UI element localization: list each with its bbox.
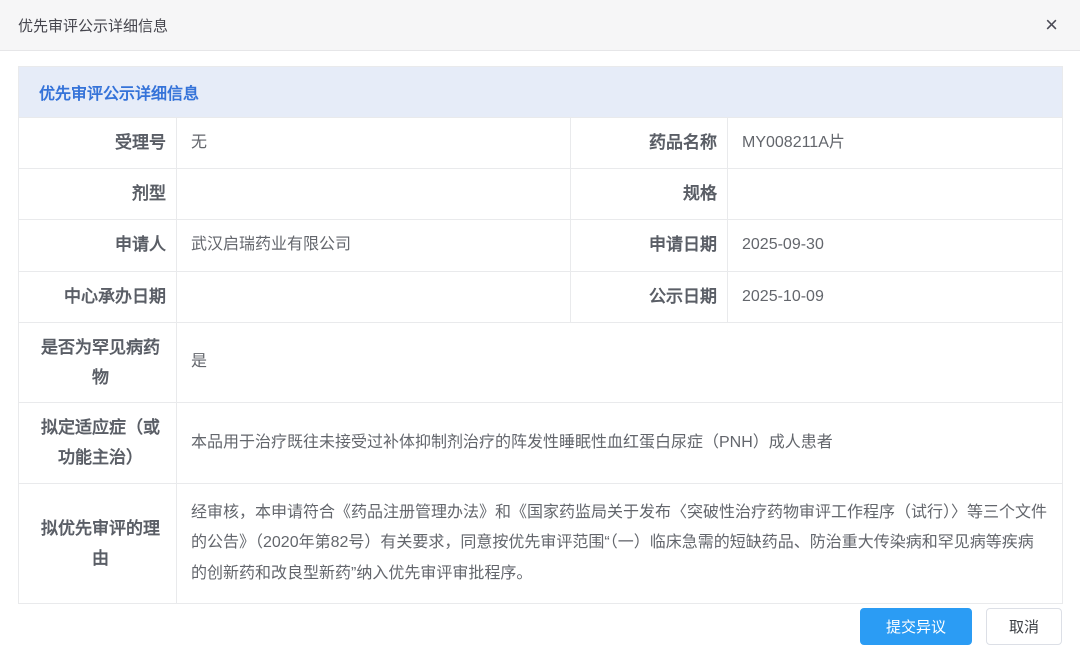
table-row: 是否为罕见病药物 是: [19, 322, 1063, 403]
field-value: MY008211A片: [728, 118, 1063, 169]
submit-objection-button[interactable]: 提交异议: [860, 608, 972, 645]
section-header-row: 优先审评公示详细信息: [19, 67, 1063, 118]
field-value: [728, 169, 1063, 220]
field-label-text: 拟优先审评的理由: [35, 514, 166, 574]
field-label-text: 受理号: [115, 128, 166, 158]
field-value: 经审核，本申请符合《药品注册管理办法》和《国家药监局关于发布〈突破性治疗药物审评…: [177, 483, 1063, 603]
field-label-text: 是否为罕见病药物: [35, 333, 166, 393]
table-row: 拟优先审评的理由 经审核，本申请符合《药品注册管理办法》和《国家药监局关于发布〈…: [19, 483, 1063, 603]
field-label: 拟优先审评的理由: [19, 483, 177, 603]
table-row: 受理号 无 药品名称 MY008211A片: [19, 118, 1063, 169]
table-row: 拟定适应症（或功能主治） 本品用于治疗既往未接受过补体抑制剂治疗的阵发性睡眠性血…: [19, 403, 1063, 484]
field-value: 本品用于治疗既往未接受过补体抑制剂治疗的阵发性睡眠性血红蛋白尿症（PNH）成人患…: [177, 403, 1063, 484]
field-label: 是否为罕见病药物: [19, 322, 177, 403]
field-label-text: 申请日期: [649, 230, 717, 260]
table-row: 申请人 武汉启瑞药业有限公司 申请日期 2025-09-30: [19, 220, 1063, 271]
table-row: 中心承办日期 公示日期 2025-10-09: [19, 271, 1063, 322]
field-label: 申请日期: [571, 220, 728, 271]
field-label-text: 规格: [683, 179, 717, 209]
field-value: 2025-10-09: [728, 271, 1063, 322]
field-label: 申请人: [19, 220, 177, 271]
modal-footer: 提交异议 取消: [860, 608, 1062, 645]
section-header: 优先审评公示详细信息: [19, 67, 1063, 118]
field-label-text: 申请人: [115, 230, 166, 260]
field-label-text: 剂型: [132, 179, 166, 209]
field-label: 拟定适应症（或功能主治）: [19, 403, 177, 484]
modal-title: 优先审评公示详细信息: [18, 15, 168, 36]
field-value: [177, 271, 571, 322]
modal-body: 优先审评公示详细信息 受理号 无 药品名称 MY008211A片 剂型 规格 申…: [0, 51, 1080, 604]
detail-table: 优先审评公示详细信息 受理号 无 药品名称 MY008211A片 剂型 规格 申…: [18, 66, 1063, 604]
field-label-text: 药品名称: [649, 128, 717, 158]
field-label: 公示日期: [571, 271, 728, 322]
field-label: 规格: [571, 169, 728, 220]
field-label-text: 拟定适应症（或功能主治）: [35, 413, 166, 473]
field-label: 药品名称: [571, 118, 728, 169]
field-label-text: 中心承办日期: [64, 282, 166, 312]
field-value: 无: [177, 118, 571, 169]
field-value: 武汉启瑞药业有限公司: [177, 220, 571, 271]
close-icon[interactable]: ×: [1045, 14, 1058, 36]
field-label-text: 公示日期: [649, 282, 717, 312]
field-label: 受理号: [19, 118, 177, 169]
field-value: 2025-09-30: [728, 220, 1063, 271]
field-label: 剂型: [19, 169, 177, 220]
field-value: 是: [177, 322, 1063, 403]
field-value: [177, 169, 571, 220]
cancel-button[interactable]: 取消: [986, 608, 1062, 645]
table-row: 剂型 规格: [19, 169, 1063, 220]
modal-title-bar: 优先审评公示详细信息 ×: [0, 0, 1080, 51]
field-label: 中心承办日期: [19, 271, 177, 322]
